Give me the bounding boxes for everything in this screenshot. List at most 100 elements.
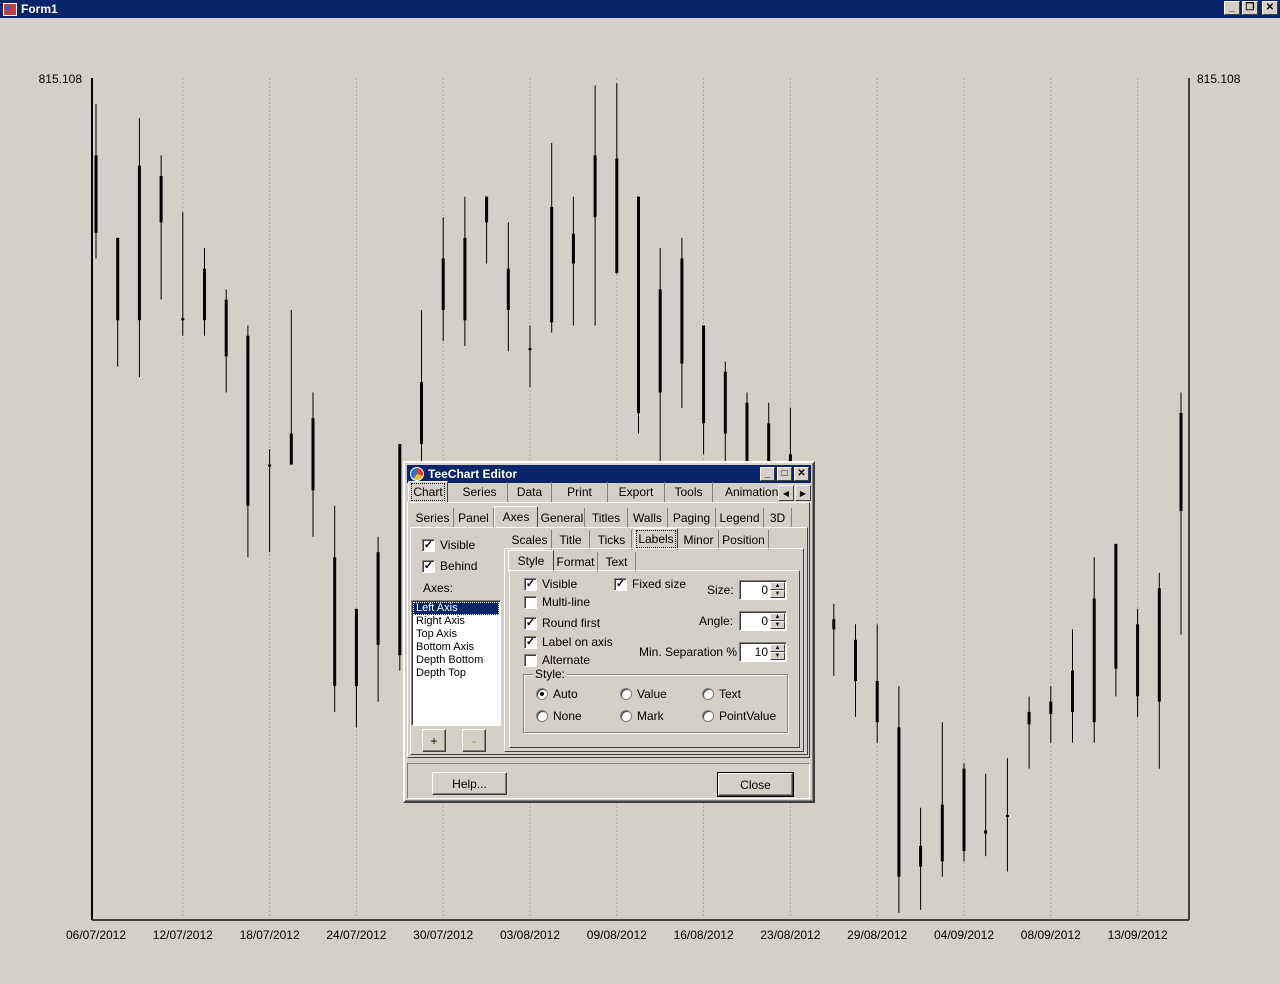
candle-body: [224, 299, 228, 357]
tab-text[interactable]: Text: [598, 552, 636, 572]
tab-chart[interactable]: Chart: [408, 481, 448, 503]
axes-listbox[interactable]: Left Axis Right Axis Top Axis Bottom Axi…: [411, 600, 501, 726]
editor-titlebar[interactable]: TeeChart Editor _ □ ✕: [407, 465, 811, 483]
axes-list-item[interactable]: Right Axis: [413, 615, 499, 628]
arrow-left-icon: ◀: [782, 488, 790, 498]
candle-body: [1179, 413, 1183, 511]
candle-body: [854, 639, 857, 681]
help-button[interactable]: Help...: [432, 772, 507, 795]
maximize-button[interactable]: ❐: [1242, 1, 1258, 15]
tab-ticks[interactable]: Ticks: [592, 530, 632, 550]
spin-up-icon[interactable]: ▲: [770, 613, 785, 621]
candle-body: [311, 418, 315, 491]
axes-visible-checkbox[interactable]: ✓ Visible: [422, 538, 475, 552]
window-title: Form1: [21, 2, 58, 16]
candle: [1157, 572, 1161, 769]
angle-label: Angle:: [699, 614, 734, 628]
candle: [658, 248, 662, 465]
x-tick-label: 13/09/2012: [1108, 928, 1168, 942]
candle-body: [962, 768, 966, 852]
x-tick-label: 04/09/2012: [934, 928, 994, 942]
spin-up-icon[interactable]: ▲: [770, 582, 785, 590]
tabs-scroll-left-button[interactable]: ◀: [778, 485, 794, 501]
editor-maximize-button[interactable]: □: [777, 467, 792, 481]
tab-tools[interactable]: Tools: [665, 482, 713, 502]
app-icon[interactable]: [3, 2, 17, 16]
x-axis-labels: 06/07/2012 12/07/2012 18/07/2012 24/07/2012…: [66, 928, 1168, 942]
radio-auto[interactable]: Auto: [536, 687, 578, 701]
min-separation-spinner[interactable]: 10 ▲ ▼: [739, 642, 787, 662]
tab-title[interactable]: Title: [552, 530, 590, 550]
tabs-scroll-right-button[interactable]: ▶: [795, 485, 811, 501]
tab-titles[interactable]: Titles: [585, 508, 628, 528]
axes-list-item[interactable]: Top Axis: [413, 628, 499, 641]
radio-value[interactable]: Value: [620, 687, 667, 701]
candle-body: [680, 258, 684, 364]
tab-axes[interactable]: Axes: [494, 506, 538, 528]
tab-chart-series[interactable]: Series: [412, 508, 454, 528]
radio-mark[interactable]: Mark: [620, 709, 664, 723]
editor-minimize-button[interactable]: _: [760, 467, 775, 481]
axes-list-item[interactable]: Depth Top: [413, 667, 499, 680]
tab-labels[interactable]: Labels: [634, 528, 678, 550]
axes-behind-checkbox[interactable]: ✓ Behind: [422, 559, 477, 573]
tab-position[interactable]: Position: [719, 530, 769, 550]
multiline-checkbox[interactable]: Multi-line: [524, 595, 590, 609]
window-titlebar[interactable]: Form1 _ ❐ ✕: [0, 0, 1280, 18]
editor-close-x-button[interactable]: ✕: [794, 467, 809, 481]
arrow-right-icon: ▶: [799, 488, 807, 498]
tab-export[interactable]: Export: [608, 482, 665, 502]
tab-legend[interactable]: Legend: [716, 508, 764, 528]
candle-body: [441, 258, 445, 310]
axes-list-item[interactable]: Depth Bottom: [413, 654, 499, 667]
close-window-button[interactable]: ✕: [1262, 1, 1278, 15]
tab-general[interactable]: General: [540, 508, 585, 528]
candle: [203, 248, 206, 336]
radio-text[interactable]: Text: [702, 687, 741, 701]
candle-body: [246, 335, 250, 506]
size-spinner[interactable]: 0 ▲ ▼: [739, 580, 787, 600]
editor-title: TeeChart Editor: [428, 467, 518, 481]
minimize-button[interactable]: _: [1224, 1, 1240, 15]
tab-print[interactable]: Print: [552, 482, 608, 502]
spin-up-icon[interactable]: ▲: [770, 644, 785, 652]
candle: [1179, 392, 1183, 635]
tab-paging[interactable]: Paging: [668, 508, 716, 528]
remove-axis-button[interactable]: -: [462, 729, 486, 752]
tab-walls[interactable]: Walls: [628, 508, 668, 528]
tab-panel[interactable]: Panel: [454, 508, 494, 528]
axes-list-item[interactable]: Left Axis: [413, 602, 499, 615]
spin-down-icon[interactable]: ▼: [770, 590, 785, 598]
alternate-checkbox[interactable]: Alternate: [524, 653, 590, 667]
close-button[interactable]: Close: [717, 772, 794, 797]
candle-body: [615, 158, 619, 273]
tab-style[interactable]: Style: [508, 550, 554, 572]
alternate-label: Alternate: [542, 653, 591, 667]
candle: [441, 217, 445, 341]
tab-data[interactable]: Data: [508, 482, 552, 502]
candle-body: [723, 371, 727, 434]
add-axis-button[interactable]: +: [422, 729, 446, 752]
angle-spinner[interactable]: 0 ▲ ▼: [739, 611, 787, 631]
tab-format[interactable]: Format: [554, 552, 598, 572]
round-first-checkbox[interactable]: ✓ Round first: [524, 616, 600, 630]
tab-minor[interactable]: Minor: [679, 530, 719, 550]
candle: [463, 196, 467, 347]
candle-body: [463, 237, 467, 321]
spin-down-icon[interactable]: ▼: [770, 621, 785, 629]
tab-scales[interactable]: Scales: [508, 530, 552, 550]
candle-body: [398, 443, 402, 656]
radio-none[interactable]: None: [536, 709, 582, 723]
fixed-size-checkbox[interactable]: ✓ Fixed size: [614, 577, 686, 591]
label-on-axis-checkbox[interactable]: ✓ Label on axis: [524, 635, 613, 649]
tab-animations[interactable]: Animations: [713, 482, 778, 502]
tab-series[interactable]: Series: [452, 482, 508, 502]
x-tick-label: 29/08/2012: [847, 928, 907, 942]
tab-minor-label: Minor: [683, 533, 714, 547]
spin-down-icon[interactable]: ▼: [770, 652, 785, 660]
candle: [984, 773, 988, 857]
labels-visible-checkbox[interactable]: ✓ Visible: [524, 577, 577, 591]
axes-list-item[interactable]: Bottom Axis: [413, 641, 499, 654]
radio-pointvalue[interactable]: PointValue: [702, 709, 776, 723]
tab-3d[interactable]: 3D: [764, 508, 792, 528]
